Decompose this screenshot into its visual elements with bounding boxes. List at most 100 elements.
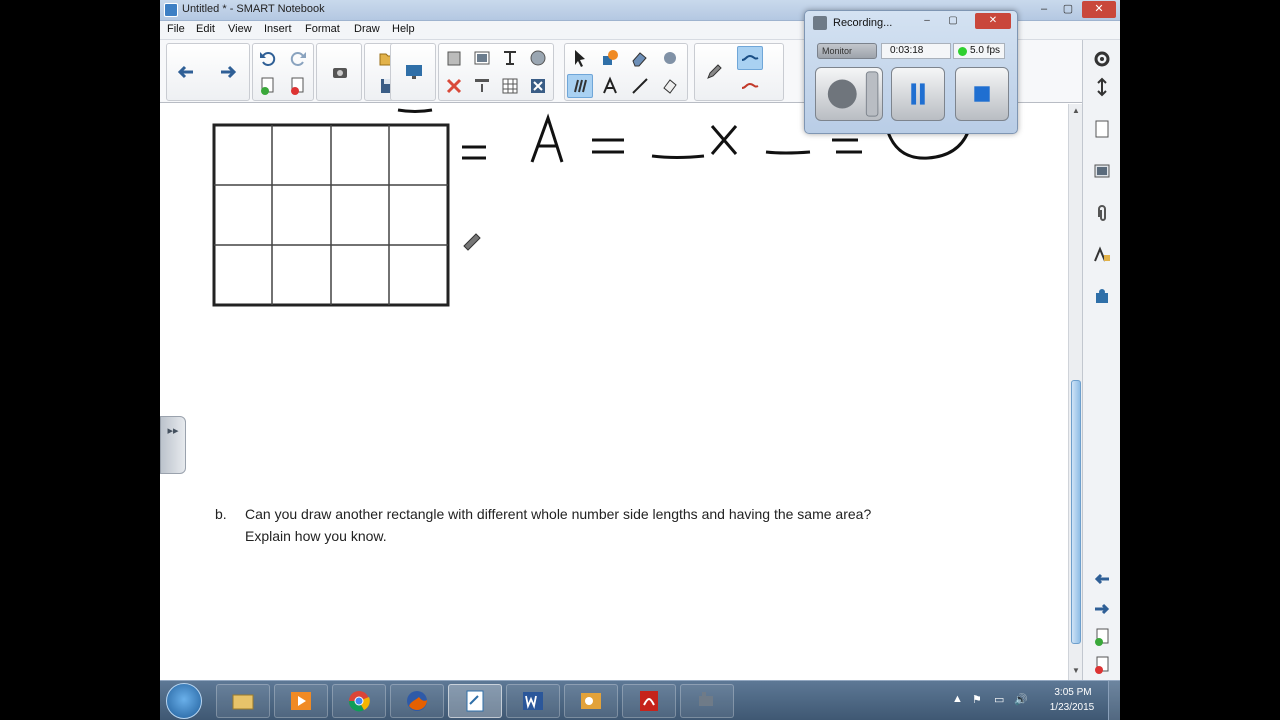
- recorder-window[interactable]: Recording... – ▢ ✕ Monitor 0:03:18 5.0 f…: [804, 10, 1018, 134]
- properties-icon[interactable]: [1089, 242, 1115, 268]
- handwriting-layer: [212, 108, 970, 307]
- undo-icon[interactable]: [255, 46, 281, 70]
- menu-format[interactable]: Format: [305, 23, 340, 35]
- tray-clock-time[interactable]: 3:05 PM: [1048, 687, 1098, 698]
- scroll-up-icon[interactable]: ▲: [1070, 106, 1082, 118]
- stop-button[interactable]: [955, 67, 1009, 121]
- screen-shade-icon[interactable]: [401, 60, 427, 84]
- back-arrow-icon[interactable]: [173, 60, 199, 84]
- show-desktop-button[interactable]: [1108, 681, 1120, 720]
- window-title: Untitled * - SMART Notebook: [182, 3, 325, 15]
- menu-draw[interactable]: Draw: [354, 23, 380, 35]
- close-button[interactable]: ✕: [1082, 1, 1116, 18]
- pen-icon[interactable]: [701, 60, 727, 84]
- windows-taskbar: ▲ ⚑ ▭ 🔊 3:05 PM 1/23/2015: [160, 680, 1120, 720]
- line-style-blue-icon[interactable]: [737, 46, 763, 70]
- page-sorter-handle[interactable]: ▸▸: [160, 416, 186, 474]
- recorder-maximize-button[interactable]: ▢: [941, 13, 965, 29]
- scroll-down-icon[interactable]: ▼: [1070, 666, 1082, 678]
- nav-group: [166, 43, 250, 101]
- taskbar-outlook-icon[interactable]: [564, 684, 618, 718]
- draw-tools-group: [564, 43, 688, 101]
- select-icon[interactable]: [567, 46, 593, 70]
- taskbar-recorder-icon[interactable]: [680, 684, 734, 718]
- delete-page-icon[interactable]: [285, 74, 311, 98]
- redo-icon[interactable]: [285, 46, 311, 70]
- add-page-icon[interactable]: [255, 74, 281, 98]
- side-add-page-icon[interactable]: [1089, 624, 1115, 650]
- question-text-line-2: Explain how you know.: [245, 528, 387, 544]
- app-icon: [164, 3, 178, 17]
- tray-network-icon[interactable]: ▭: [994, 693, 1004, 706]
- menu-insert[interactable]: Insert: [264, 23, 292, 35]
- magic-pen-icon[interactable]: [657, 46, 683, 70]
- image-icon[interactable]: [469, 46, 495, 70]
- pause-button[interactable]: [891, 67, 945, 121]
- attachments-icon[interactable]: [1089, 200, 1115, 226]
- display-group: [390, 43, 436, 101]
- start-button[interactable]: [166, 683, 202, 719]
- text-tool-icon[interactable]: [497, 46, 523, 70]
- gallery-icon[interactable]: [525, 46, 551, 70]
- taskbar-acrobat-icon[interactable]: [622, 684, 676, 718]
- tray-volume-icon[interactable]: 🔊: [1014, 693, 1028, 706]
- menu-edit[interactable]: Edit: [196, 23, 215, 35]
- recorder-title: Recording...: [833, 17, 893, 29]
- menu-help[interactable]: Help: [392, 23, 415, 35]
- edit-group: [252, 43, 314, 101]
- creative-pen-icon[interactable]: [567, 74, 593, 98]
- text-icon[interactable]: [597, 74, 623, 98]
- maximize-button[interactable]: ▢: [1056, 1, 1080, 18]
- recorder-minimize-button[interactable]: –: [915, 13, 939, 29]
- fill-icon[interactable]: [657, 74, 683, 98]
- vertical-scrollbar[interactable]: ▲ ▼: [1068, 104, 1082, 680]
- paste-icon[interactable]: [441, 46, 467, 70]
- recorder-elapsed-time: 0:03:18: [881, 43, 951, 59]
- delete-icon[interactable]: [441, 74, 467, 98]
- add-ons-icon[interactable]: [1089, 284, 1115, 310]
- taskbar-chrome-icon[interactable]: [332, 684, 386, 718]
- line-style-red-icon[interactable]: [737, 74, 763, 98]
- move-sidebar-icon[interactable]: [1089, 74, 1115, 100]
- tray-show-hidden-icon[interactable]: ▲: [952, 693, 963, 705]
- capture-group: [316, 43, 362, 101]
- line-icon[interactable]: [627, 74, 653, 98]
- taskbar-word-icon[interactable]: [506, 684, 560, 718]
- taskbar-firefox-icon[interactable]: [390, 684, 444, 718]
- page-sorter-icon[interactable]: [1089, 116, 1115, 142]
- menu-file[interactable]: File: [167, 23, 185, 35]
- side-tab-bar: [1082, 40, 1120, 680]
- next-page-icon[interactable]: [1089, 596, 1115, 622]
- recorder-fps-label: 5.0 fps: [970, 45, 1001, 56]
- whiteboard-canvas[interactable]: ▸▸ b. Can you draw another rectangle wit…: [160, 104, 1068, 680]
- gallery-tab-icon[interactable]: [1089, 158, 1115, 184]
- tray-action-center-icon[interactable]: ⚑: [972, 693, 982, 706]
- forward-arrow-icon[interactable]: [215, 60, 241, 84]
- tray-clock-date[interactable]: 1/23/2015: [1042, 702, 1102, 713]
- page-tools-group: [438, 43, 554, 101]
- pen-group: [694, 43, 784, 101]
- recording-status-dot: [958, 47, 967, 56]
- taskbar-media-player-icon[interactable]: [274, 684, 328, 718]
- table-icon[interactable]: [497, 74, 523, 98]
- recorder-source-dropdown[interactable]: Monitor: [817, 43, 877, 59]
- record-button[interactable]: [815, 67, 883, 121]
- settings-icon[interactable]: [1089, 46, 1115, 72]
- taskbar-smart-notebook-icon[interactable]: [448, 684, 502, 718]
- scroll-thumb[interactable]: [1071, 380, 1081, 644]
- menu-view[interactable]: View: [228, 23, 252, 35]
- previous-page-icon[interactable]: [1089, 566, 1115, 592]
- eraser-icon[interactable]: [627, 46, 653, 70]
- minimize-button[interactable]: –: [1032, 1, 1056, 18]
- screen-shade-toggle-icon[interactable]: [469, 74, 495, 98]
- screen-capture-icon[interactable]: [327, 60, 353, 84]
- shapes-icon[interactable]: [597, 46, 623, 70]
- question-letter: b.: [215, 506, 227, 522]
- recorder-app-icon: [813, 16, 827, 30]
- close-page-icon[interactable]: [525, 74, 551, 98]
- recorder-close-button[interactable]: ✕: [975, 13, 1011, 29]
- question-text-line-1: Can you draw another rectangle with diff…: [245, 506, 872, 522]
- recorder-fps-indicator: 5.0 fps: [953, 43, 1005, 59]
- taskbar-explorer-icon[interactable]: [216, 684, 270, 718]
- side-delete-page-icon[interactable]: [1089, 652, 1115, 678]
